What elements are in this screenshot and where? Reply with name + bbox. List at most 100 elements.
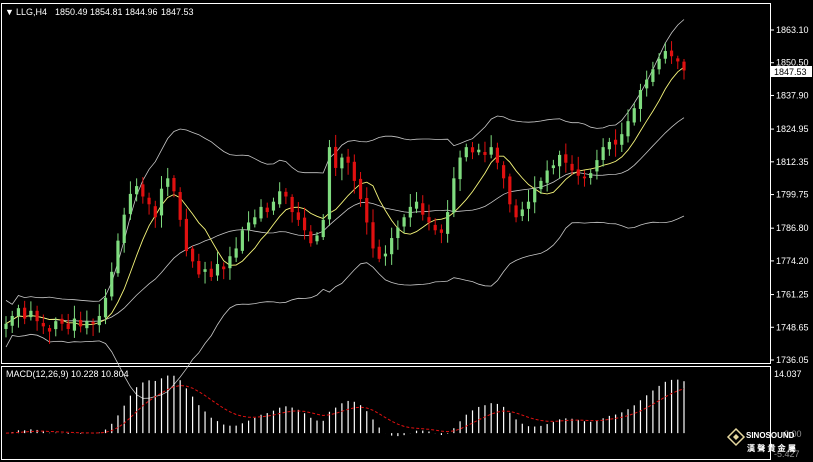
bollinger-upper-line: [5, 19, 685, 305]
candle-body: [103, 297, 108, 318]
candle-body: [458, 157, 462, 180]
candle-body: [408, 206, 412, 218]
candle-body: [452, 178, 456, 213]
candle-body: [334, 146, 338, 168]
candle-body: [41, 322, 45, 327]
bollinger-bands: [5, 19, 685, 399]
candle-body: [72, 318, 77, 331]
candle-body: [340, 157, 344, 169]
candle-body: [79, 319, 83, 327]
candle-body: [601, 147, 605, 160]
moving-average-path: [5, 66, 685, 326]
candle-body: [402, 217, 406, 227]
candle-body: [259, 206, 263, 219]
candle-body: [153, 206, 157, 218]
candle-body: [470, 147, 475, 153]
candle-body: [582, 176, 587, 179]
candle-body: [66, 323, 70, 329]
price-tick-label: 1799.75: [776, 190, 809, 200]
candle-body: [110, 271, 114, 297]
candle-body: [309, 231, 313, 244]
candle-body: [191, 248, 195, 262]
candle-body: [638, 90, 643, 109]
candle-body: [502, 165, 506, 179]
price-tick-label: 1863.10: [776, 25, 809, 35]
candle-body: [296, 212, 300, 220]
ohlc-open: 1850.49: [55, 7, 88, 17]
candle-body: [595, 160, 599, 172]
candle-body: [253, 217, 257, 225]
candle-body: [371, 222, 375, 249]
candle-body: [508, 176, 512, 205]
candle-body: [657, 58, 661, 70]
candle-body: [23, 307, 27, 319]
price-tick-label: 1774.20: [776, 256, 809, 266]
candle-body: [10, 315, 14, 326]
candle-body: [669, 50, 674, 57]
price-tick-label: 1748.65: [776, 322, 809, 332]
macd-pane-frame: [1, 366, 771, 460]
diamond-logo-inner-icon: [733, 434, 739, 440]
macd-signal-line: [5, 384, 685, 434]
candle-body: [645, 79, 649, 89]
current-price-label: 1847.53: [774, 67, 807, 77]
candle-body: [526, 201, 531, 209]
candle-body: [215, 264, 220, 276]
candle-body: [203, 269, 207, 272]
price-tick-label: 1837.90: [776, 90, 809, 100]
candle-body: [533, 188, 537, 203]
price-tick-label: 1786.80: [776, 223, 809, 233]
candles: [4, 41, 686, 344]
candle-body: [365, 198, 369, 223]
candle-body: [483, 152, 487, 155]
candle-body: [589, 173, 593, 178]
candle-body: [278, 191, 282, 205]
price-tick-label: 1761.25: [776, 290, 809, 300]
price-pane-frame: [1, 3, 771, 364]
logo-subtitle: 漢 聲 貴 金 屬: [747, 443, 796, 453]
candle-body: [651, 69, 655, 82]
candle-body: [246, 222, 251, 231]
candle-body: [464, 147, 468, 158]
candle-body: [626, 121, 630, 137]
candle-body: [682, 61, 686, 71]
symbol-label: LLG,H4: [16, 7, 47, 17]
header-arrow-icon[interactable]: ▼: [5, 7, 14, 17]
candle-body: [390, 238, 394, 255]
candle-body: [29, 310, 33, 318]
candle-body: [122, 214, 126, 243]
candle-body: [514, 205, 518, 218]
candle-body: [147, 197, 151, 205]
candle-body: [166, 178, 170, 187]
candle-body: [446, 212, 450, 234]
candle-body: [284, 191, 288, 197]
candle-body: [439, 229, 444, 233]
candle-body: [663, 51, 667, 59]
candle-body: [184, 218, 188, 252]
candle-body: [520, 209, 524, 217]
candle-body: [414, 201, 419, 209]
candle-body: [433, 224, 437, 231]
candle-body: [576, 169, 580, 176]
candle-body: [4, 323, 8, 329]
candle-body: [178, 192, 182, 220]
candle-body: [358, 178, 363, 200]
candle-body: [632, 108, 636, 123]
candle-body: [159, 188, 164, 216]
candle-body: [172, 178, 176, 192]
chart-canvas: ▼ LLG,H4 1850.49 1854.81 1844.96 1847.53…: [1, 3, 812, 460]
ohlc-close: 1847.53: [161, 7, 194, 17]
bollinger-middle-line: [5, 117, 685, 325]
candle-body: [564, 154, 568, 163]
sinosound-logo: SINOSOUND 漢 聲 貴 金 屬: [726, 427, 796, 453]
candle-body: [16, 308, 21, 316]
candle-body: [570, 163, 574, 171]
candle-body: [545, 170, 549, 183]
candle-body: [495, 147, 499, 163]
candle-body: [91, 321, 95, 324]
candle-body: [315, 235, 319, 242]
candle-body: [477, 149, 481, 153]
candle-body: [607, 141, 611, 150]
candle-body: [421, 203, 425, 215]
candle-body: [197, 260, 201, 275]
